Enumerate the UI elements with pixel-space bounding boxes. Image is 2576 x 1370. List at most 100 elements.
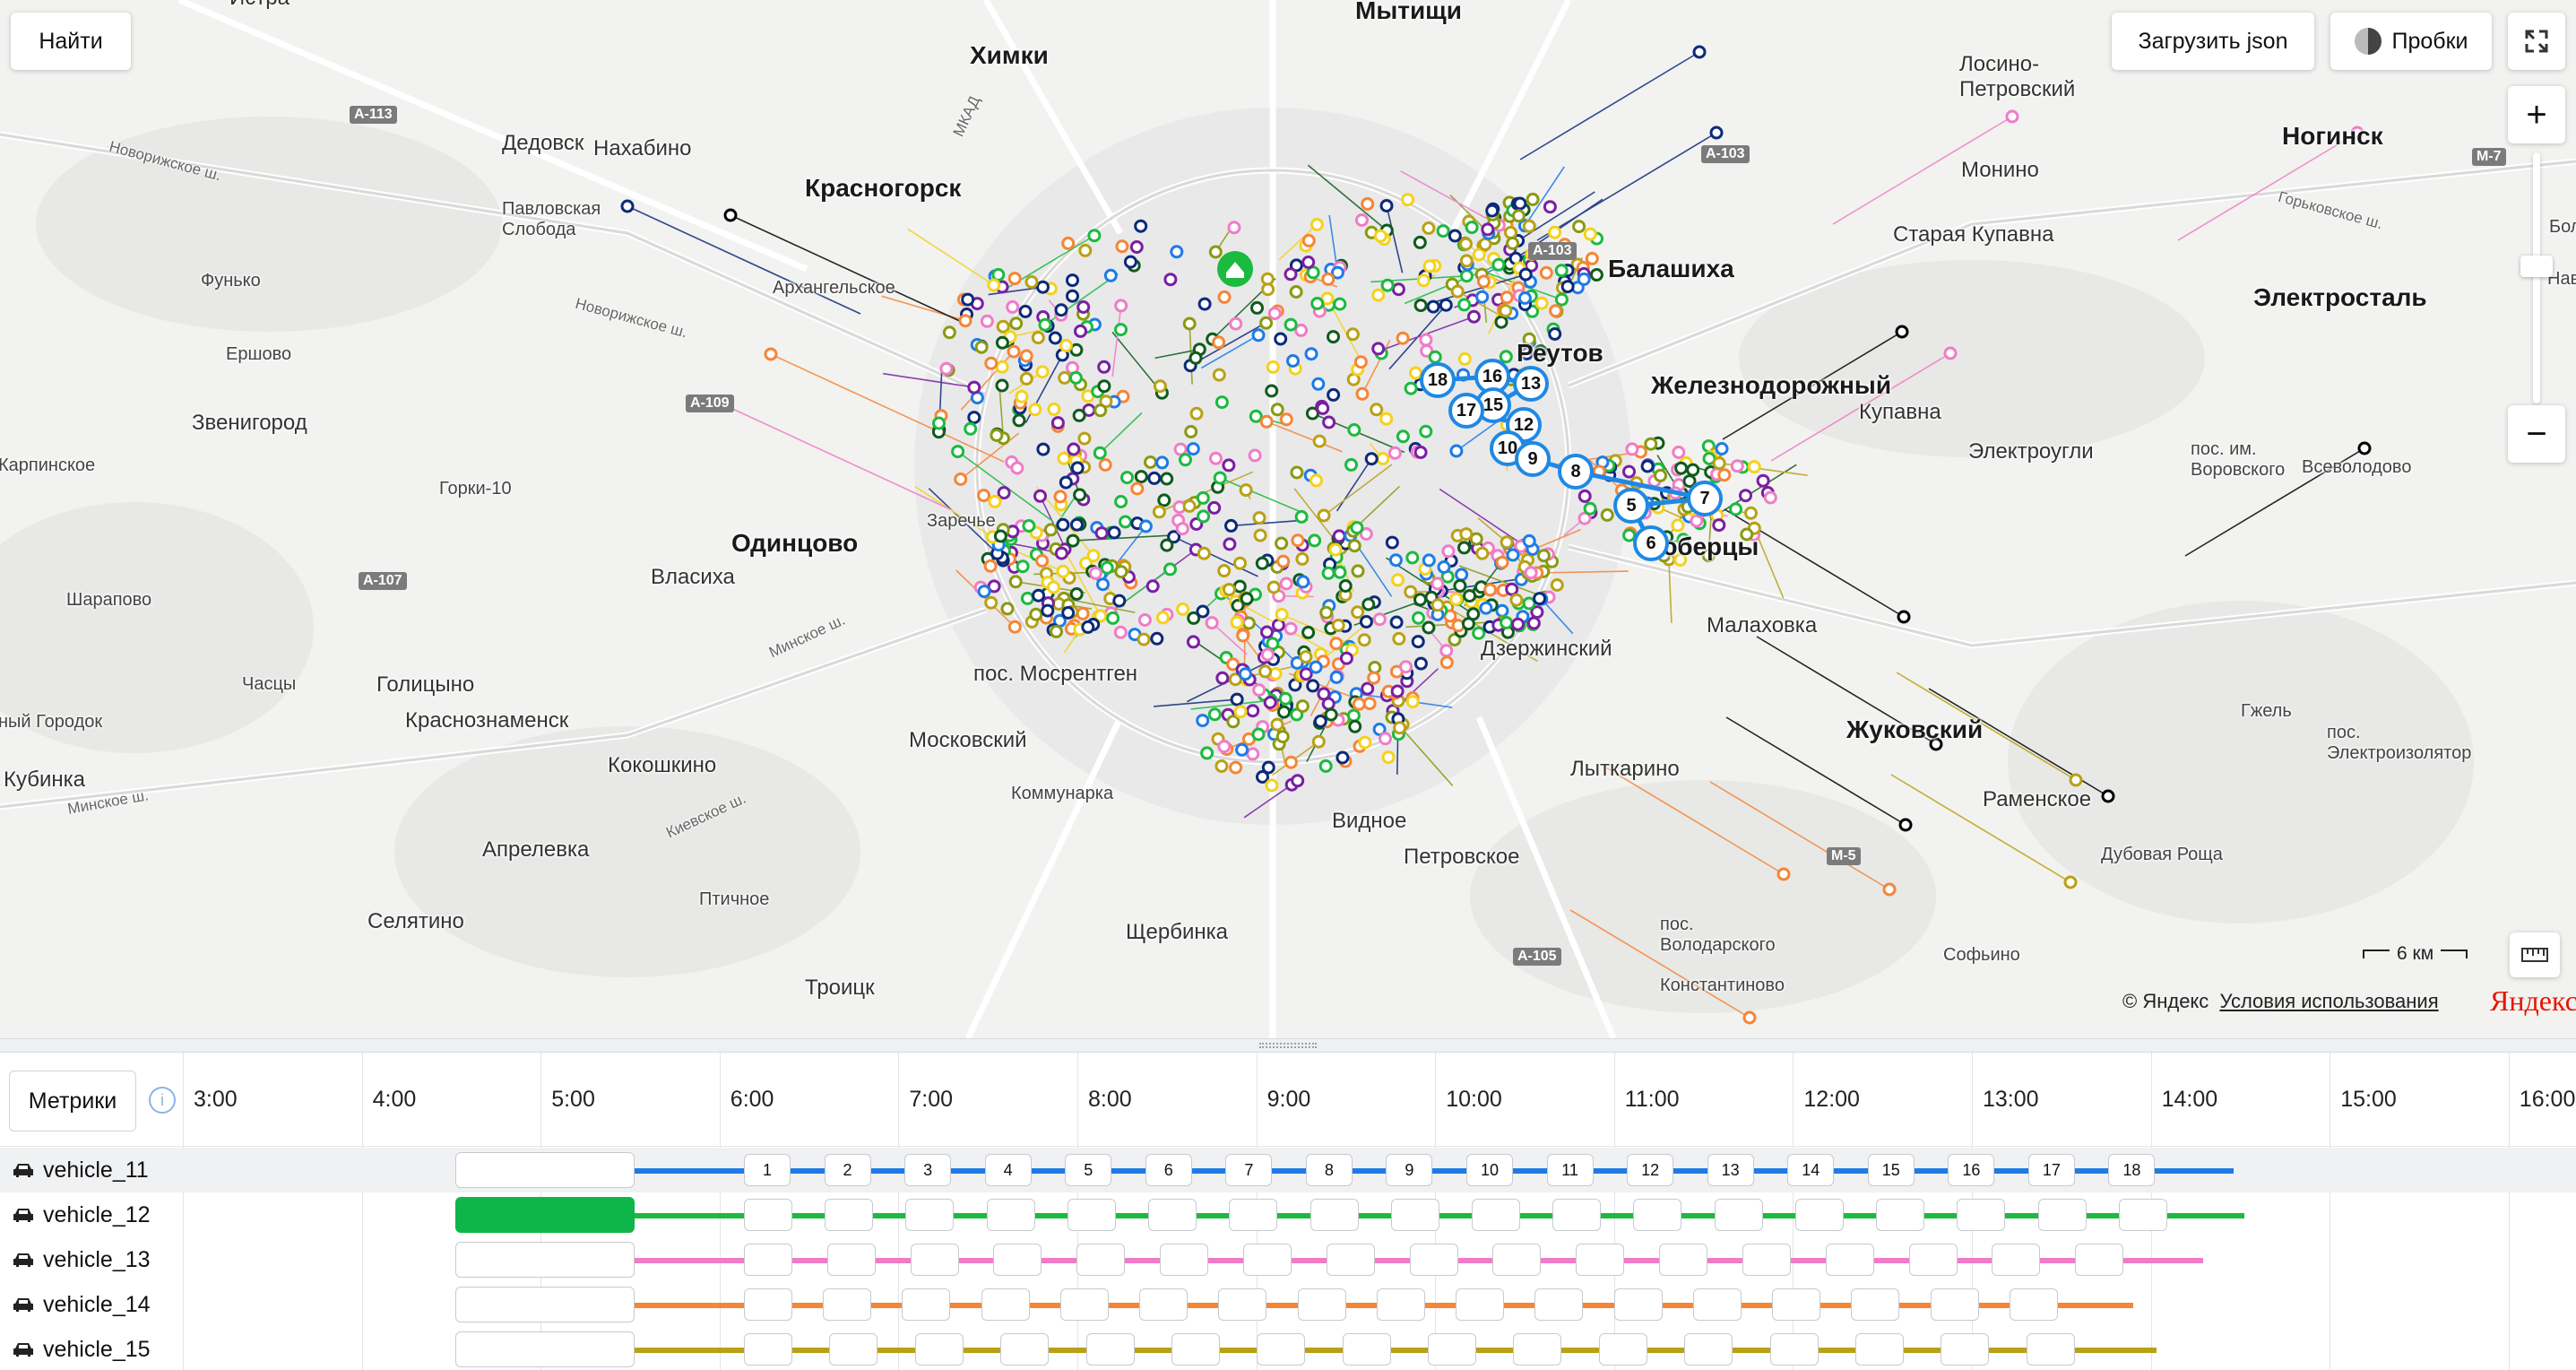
stop-point[interactable] — [984, 356, 998, 370]
stop-block[interactable] — [1598, 1333, 1647, 1366]
stop-point[interactable] — [1550, 578, 1564, 592]
stop-point[interactable] — [1413, 656, 1428, 671]
stop-point[interactable] — [1163, 273, 1178, 287]
fullscreen-button[interactable] — [2508, 13, 2565, 70]
stop-point[interactable] — [1000, 602, 1015, 616]
stop-point[interactable] — [1112, 594, 1127, 608]
stop-point[interactable] — [1250, 300, 1264, 315]
search-button[interactable]: Найти — [11, 13, 131, 70]
stop-point[interactable] — [1066, 273, 1079, 288]
stop-point[interactable] — [1239, 483, 1253, 498]
stop-point[interactable] — [1029, 607, 1043, 621]
stop-point[interactable] — [1308, 533, 1322, 548]
stop-point[interactable] — [1067, 442, 1081, 456]
stop-point[interactable] — [1742, 1010, 1757, 1025]
stop-point[interactable] — [1279, 412, 1293, 427]
stop-point[interactable] — [1106, 611, 1120, 625]
stop-point[interactable] — [958, 314, 972, 328]
stop-point[interactable] — [1419, 333, 1433, 347]
stop-point[interactable] — [2101, 789, 2115, 803]
stop-point[interactable] — [1422, 259, 1437, 273]
route-stop-marker[interactable]: 18 — [1420, 362, 1456, 398]
stop-point[interactable] — [1263, 696, 1277, 709]
stop-point[interactable] — [1371, 342, 1386, 356]
stop-point[interactable] — [723, 208, 738, 222]
stop-point[interactable] — [1548, 327, 1562, 341]
stop-point[interactable] — [1130, 481, 1145, 496]
stop-point[interactable] — [1479, 601, 1493, 615]
stop-point[interactable] — [1035, 554, 1050, 568]
stop-point[interactable] — [764, 347, 778, 361]
stop-block[interactable]: 10 — [1466, 1154, 1513, 1186]
stop-point[interactable] — [1018, 304, 1033, 318]
stop-point[interactable] — [1600, 507, 1614, 522]
stop-point[interactable] — [1392, 631, 1406, 646]
stop-block[interactable] — [1552, 1199, 1602, 1231]
vehicle-row[interactable]: vehicle_15 — [0, 1327, 2576, 1370]
stop-point[interactable] — [1686, 463, 1700, 477]
stop-point[interactable] — [1229, 760, 1243, 775]
stop-point[interactable] — [1747, 460, 1761, 474]
stop-point[interactable] — [1578, 489, 1592, 503]
stop-point[interactable] — [1038, 317, 1052, 332]
stop-point[interactable] — [1509, 593, 1524, 607]
stop-point[interactable] — [1134, 470, 1148, 484]
stop-point[interactable] — [1310, 218, 1324, 231]
stop-point[interactable] — [1359, 615, 1373, 629]
stop-point[interactable] — [1361, 681, 1375, 696]
stop-point[interactable] — [1712, 518, 1726, 533]
stop-point[interactable] — [1047, 580, 1060, 594]
stop-point[interactable] — [1057, 451, 1071, 465]
stop-point[interactable] — [1390, 684, 1405, 698]
stop-point[interactable] — [1396, 331, 1410, 345]
stop-point[interactable] — [1370, 403, 1384, 417]
stop-point[interactable] — [1212, 335, 1226, 350]
stop-point[interactable] — [1179, 453, 1192, 467]
stop-point[interactable] — [1291, 774, 1305, 788]
stop-point[interactable] — [1554, 264, 1569, 278]
stop-point[interactable] — [1536, 549, 1551, 563]
stop-point[interactable] — [1450, 284, 1465, 299]
stop-point[interactable] — [967, 380, 981, 395]
stop-block[interactable] — [1854, 1333, 1904, 1366]
stop-point[interactable] — [1294, 323, 1309, 337]
stop-point[interactable] — [1144, 455, 1157, 469]
stop-point[interactable] — [1233, 556, 1247, 570]
stop-point[interactable] — [1266, 360, 1280, 374]
stop-point[interactable] — [1379, 199, 1394, 212]
stop-point[interactable] — [1345, 327, 1360, 342]
stop-point[interactable] — [1431, 577, 1445, 591]
zoom-slider[interactable] — [2520, 152, 2553, 403]
stop-point[interactable] — [1019, 371, 1033, 386]
stop-point[interactable] — [1215, 395, 1229, 410]
stop-point[interactable] — [1441, 544, 1456, 559]
stop-point[interactable] — [1351, 605, 1365, 620]
stop-point[interactable] — [1327, 330, 1340, 344]
stop-point[interactable] — [1033, 489, 1047, 503]
stop-point[interactable] — [1301, 256, 1316, 269]
stop-point[interactable] — [1381, 750, 1396, 765]
stop-point[interactable] — [1035, 365, 1050, 379]
stop-point[interactable] — [1304, 347, 1318, 361]
stop-block[interactable] — [744, 1244, 792, 1276]
stop-point[interactable] — [1717, 468, 1732, 482]
stop-point[interactable] — [1412, 611, 1425, 625]
stop-point[interactable] — [1729, 502, 1742, 516]
stop-point[interactable] — [1522, 219, 1536, 233]
stop-point[interactable] — [1475, 546, 1490, 560]
stop-point[interactable] — [1053, 490, 1068, 504]
stop-point[interactable] — [1549, 304, 1563, 318]
stop-point[interactable] — [1453, 578, 1467, 593]
stop-point[interactable] — [1258, 664, 1273, 679]
stop-point[interactable] — [1189, 406, 1204, 421]
stop-point[interactable] — [1554, 292, 1569, 307]
stop-point[interactable] — [1459, 527, 1474, 542]
stop-point[interactable] — [1007, 344, 1021, 359]
stop-point[interactable] — [1058, 370, 1072, 385]
stop-point[interactable] — [1251, 328, 1266, 342]
stop-point[interactable] — [1175, 522, 1189, 536]
stop-point[interactable] — [1070, 517, 1084, 532]
stop-point[interactable] — [951, 445, 965, 459]
stop-point[interactable] — [1311, 734, 1326, 749]
stop-point[interactable] — [1511, 617, 1525, 631]
